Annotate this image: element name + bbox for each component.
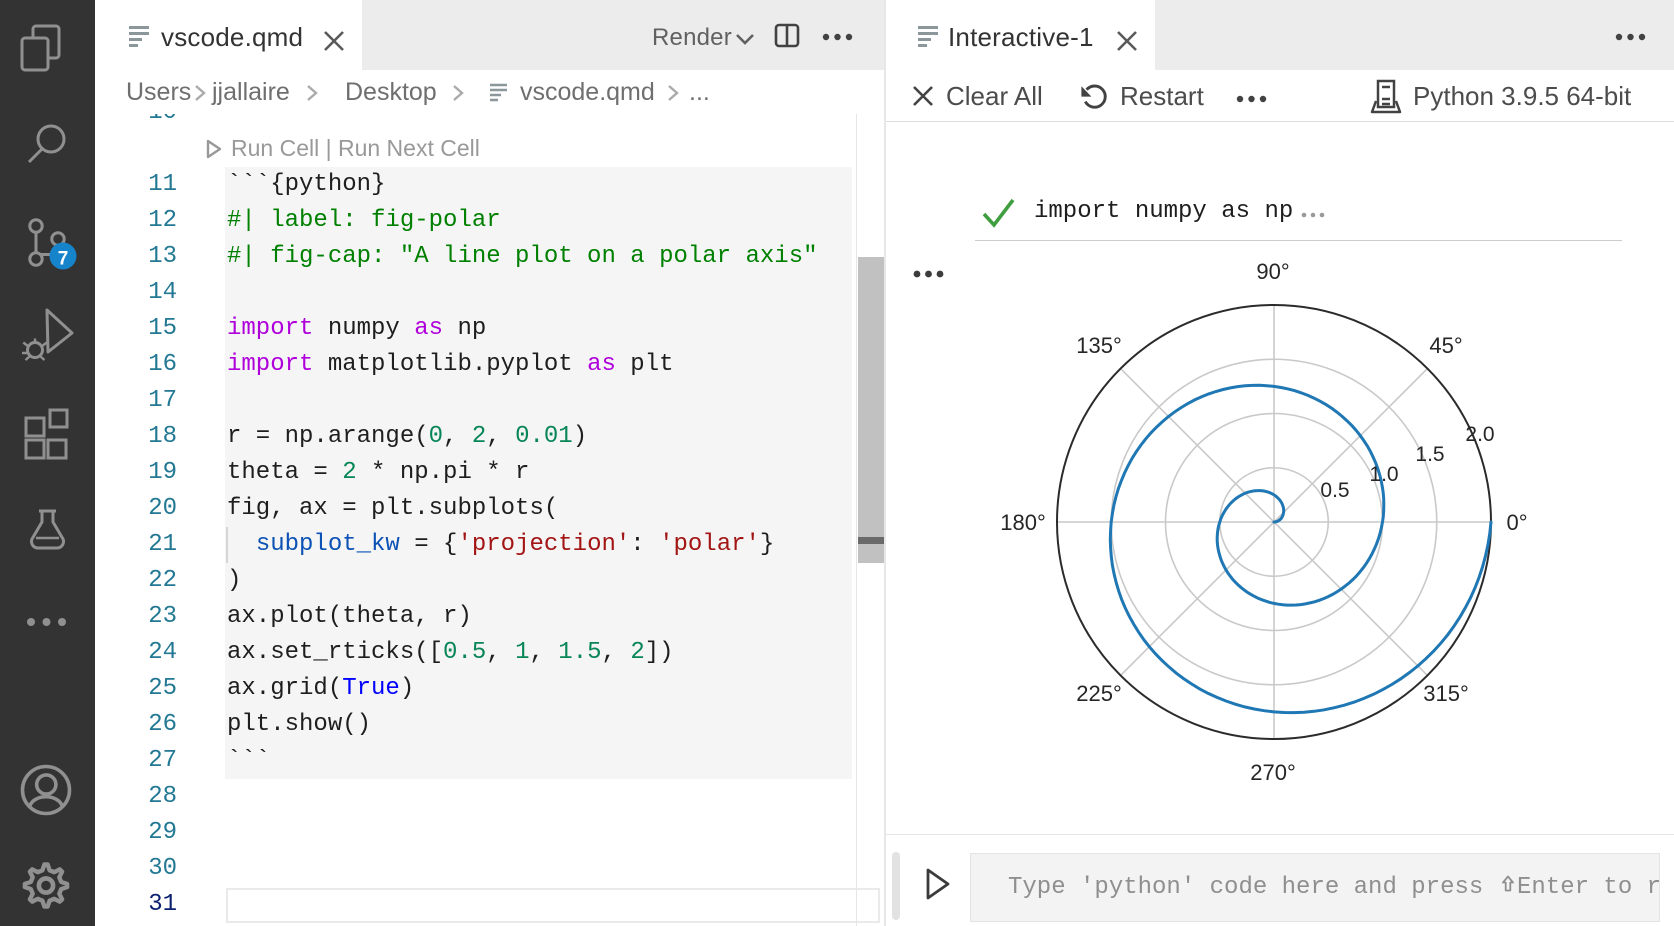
svg-text:1.5: 1.5 xyxy=(1415,443,1444,466)
svg-text:2.0: 2.0 xyxy=(1465,423,1494,446)
svg-text:315°: 315° xyxy=(1423,681,1469,706)
svg-text:0°: 0° xyxy=(1506,510,1527,535)
svg-text:1.0: 1.0 xyxy=(1369,463,1398,486)
svg-text:180°: 180° xyxy=(1000,510,1046,535)
svg-text:90°: 90° xyxy=(1256,259,1289,284)
svg-text:7: 7 xyxy=(58,249,69,270)
svg-text:225°: 225° xyxy=(1076,681,1122,706)
svg-text:270°: 270° xyxy=(1250,760,1296,785)
svg-text:45°: 45° xyxy=(1429,333,1462,358)
svg-text:135°: 135° xyxy=(1076,333,1122,358)
svg-text:0.5: 0.5 xyxy=(1320,479,1349,502)
